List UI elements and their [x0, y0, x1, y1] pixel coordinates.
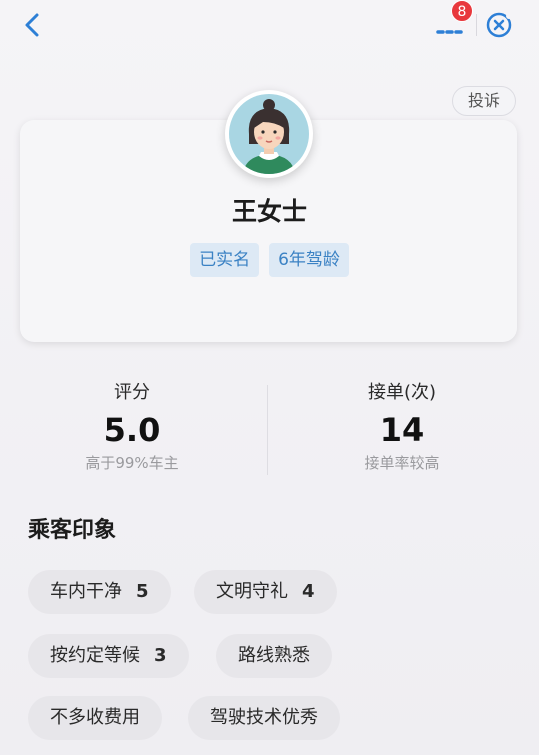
- impression-tag: 车内干净 5: [28, 570, 171, 614]
- rating-label: 评分: [114, 382, 150, 403]
- impression-label: 按约定等候: [50, 645, 140, 666]
- driver-profile-page: 8 投诉 王女士 已实名 6年驾龄 评分 5.0 高于99%车主 接单(次) 1…: [0, 0, 539, 755]
- orders-stat: 接单(次) 14 接单率较高: [302, 378, 502, 474]
- impression-label: 路线熟悉: [238, 645, 310, 666]
- impression-tag: 路线熟悉: [216, 634, 332, 678]
- top-bar: 8: [0, 0, 539, 56]
- impression-tag: 驾驶技术优秀: [188, 696, 340, 740]
- impression-count: 5: [136, 581, 149, 602]
- impressions-title: 乘客印象: [28, 518, 117, 543]
- woman-avatar-icon: [229, 94, 309, 174]
- chevron-left-icon: [25, 13, 39, 37]
- rating-value: 5.0: [103, 411, 161, 449]
- close-circle-icon: [486, 12, 512, 38]
- close-button[interactable]: [484, 10, 514, 40]
- more-button[interactable]: 8: [430, 0, 474, 46]
- tag-verified: 已实名: [190, 243, 260, 277]
- stats-section: 评分 5.0 高于99%车主 接单(次) 14 接单率较高: [0, 378, 539, 478]
- rating-sub: 高于99%车主: [85, 454, 179, 472]
- stats-divider: [267, 385, 268, 475]
- tag-driving-years: 6年驾龄: [269, 243, 349, 277]
- avatar: [225, 90, 313, 178]
- orders-value: 14: [379, 411, 425, 449]
- orders-sub: 接单率较高: [364, 454, 440, 472]
- driver-name: 王女士: [231, 197, 307, 226]
- rating-stat: 评分 5.0 高于99%车主: [32, 378, 232, 474]
- profile-tags: 已实名 6年驾龄: [0, 243, 539, 277]
- orders-label: 接单(次): [367, 382, 437, 403]
- notification-badge: 8: [451, 0, 473, 22]
- back-button[interactable]: [18, 10, 48, 40]
- impression-label: 文明守礼: [216, 581, 288, 602]
- impression-tag: 按约定等候 3: [28, 634, 189, 678]
- impression-label: 不多收费用: [50, 707, 140, 728]
- impression-count: 4: [302, 581, 315, 602]
- impression-count: 3: [154, 645, 167, 666]
- impression-tag: 不多收费用: [28, 696, 162, 740]
- impression-label: 车内干净: [50, 581, 122, 602]
- topbar-divider: [476, 14, 477, 36]
- report-button[interactable]: 投诉: [452, 86, 516, 116]
- impression-tag: 文明守礼 4: [194, 570, 337, 614]
- impression-label: 驾驶技术优秀: [210, 707, 318, 728]
